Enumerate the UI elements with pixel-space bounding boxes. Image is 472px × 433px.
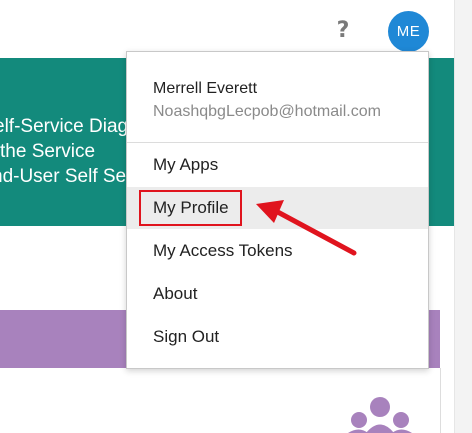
annotation-highlight-box	[139, 190, 242, 226]
people-icon	[348, 397, 412, 433]
banner-line-2: the Service	[0, 141, 96, 162]
scrollbar[interactable]	[454, 0, 472, 433]
banner-line-1: elf-Service Diag	[0, 116, 129, 137]
user-name: Merrell Everett	[153, 80, 258, 97]
banner-line-3: nd-User Self Se	[0, 166, 127, 187]
menu-divider	[127, 142, 428, 143]
menu-item-about[interactable]: About	[127, 273, 428, 315]
annotation-arrow	[256, 200, 357, 256]
help-icon[interactable]: ?	[333, 17, 353, 45]
page: ? ME elf-Service Diag the Service nd-Use…	[0, 0, 472, 433]
avatar-button[interactable]: ME	[388, 11, 429, 52]
menu-item-my-apps[interactable]: My Apps	[127, 144, 428, 186]
menu-item-sign-out[interactable]: Sign Out	[127, 316, 428, 358]
user-email: NoashqbgLecpob@hotmail.com	[153, 103, 381, 120]
top-bar: ? ME	[0, 0, 455, 58]
